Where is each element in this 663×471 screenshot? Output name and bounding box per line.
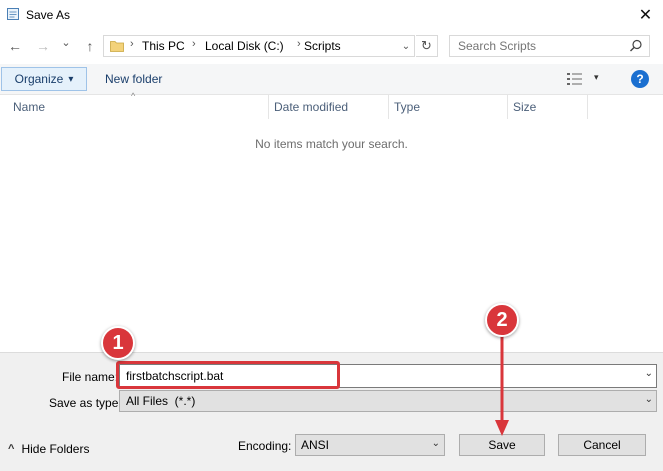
breadcrumb-separator: › [192,38,196,50]
forward-button[interactable]: → [33,36,53,56]
save-as-type-label: Save as type: [49,396,122,410]
view-dropdown-icon[interactable]: ▾ [594,72,599,83]
new-folder-button[interactable]: New folder [105,72,162,86]
close-icon: ✕ [638,7,653,24]
cancel-button[interactable]: Cancel [558,434,646,456]
title-bar: Save As ✕ [0,0,663,30]
address-bar[interactable]: › This PC › Local Disk (C:) › Scripts ⌄ [103,35,415,57]
chevron-down-icon: ⌄ [431,438,440,449]
annotation-arrow [495,336,509,436]
breadcrumb-separator: › [297,38,301,50]
column-header-type[interactable]: Type [389,95,508,119]
back-arrow-icon: ← [8,38,22,54]
encoding-label: Encoding: [238,439,292,453]
search-box[interactable] [449,35,650,57]
up-arrow-icon: ↑ [86,38,94,54]
chevron-down-icon: ⌄ [61,36,71,49]
recent-locations-button[interactable]: ⌄ [59,32,73,52]
search-input[interactable] [458,39,628,53]
address-dropdown-icon[interactable]: ⌄ [399,38,413,54]
encoding-value: ANSI [301,438,330,452]
file-name-highlight [116,361,340,389]
step-badge-2: 2 [485,303,519,337]
chevron-up-icon: ^ [8,443,15,455]
column-headers: ^ Name Date modified Type Size [0,91,663,119]
column-header-name[interactable]: Name [8,95,269,119]
breadcrumb-this-pc[interactable]: This PC [142,39,185,53]
folder-icon [110,41,124,52]
file-name-label: File name: [62,370,119,384]
chevron-down-icon: ⌄ [644,394,653,405]
save-options-panel: File name: ⌄ Save as type: All Files (*.… [0,352,663,471]
caret-down-icon: ▾ [68,73,74,85]
save-as-type-value: All Files (*.*) [126,394,196,408]
empty-list-message: No items match your search. [255,137,408,151]
hide-folders-label: Hide Folders [21,442,90,456]
breadcrumb-scripts[interactable]: Scripts [304,39,341,53]
up-button[interactable]: ↑ [80,36,100,56]
search-icon[interactable] [629,39,643,53]
column-header-size[interactable]: Size [508,95,588,119]
close-button[interactable]: ✕ [628,0,663,30]
view-options-icon[interactable] [566,71,584,87]
forward-arrow-icon: → [36,38,50,54]
breadcrumb-local-disk[interactable]: Local Disk (C:) [205,39,284,53]
window-title: Save As [26,8,71,22]
save-as-type-select[interactable]: All Files (*.*) ⌄ [119,390,657,412]
refresh-icon: ↻ [421,38,432,53]
hide-folders-button[interactable]: ^ Hide Folders [8,442,89,456]
help-icon[interactable]: ? [631,70,649,88]
encoding-select[interactable]: ANSI ⌄ [295,434,445,456]
organize-label: Organize [14,72,64,86]
back-button[interactable]: ← [5,36,25,56]
command-bar: Organize ▾ New folder ▾ ? [0,64,663,95]
notepad-icon [7,8,19,20]
chevron-down-icon[interactable]: ⌄ [645,368,653,379]
column-header-date-modified[interactable]: Date modified [269,95,389,119]
step-badge-1: 1 [101,326,135,360]
refresh-button[interactable]: ↻ [416,35,438,57]
organize-button[interactable]: Organize ▾ [1,67,87,91]
breadcrumb-separator: › [130,38,134,50]
